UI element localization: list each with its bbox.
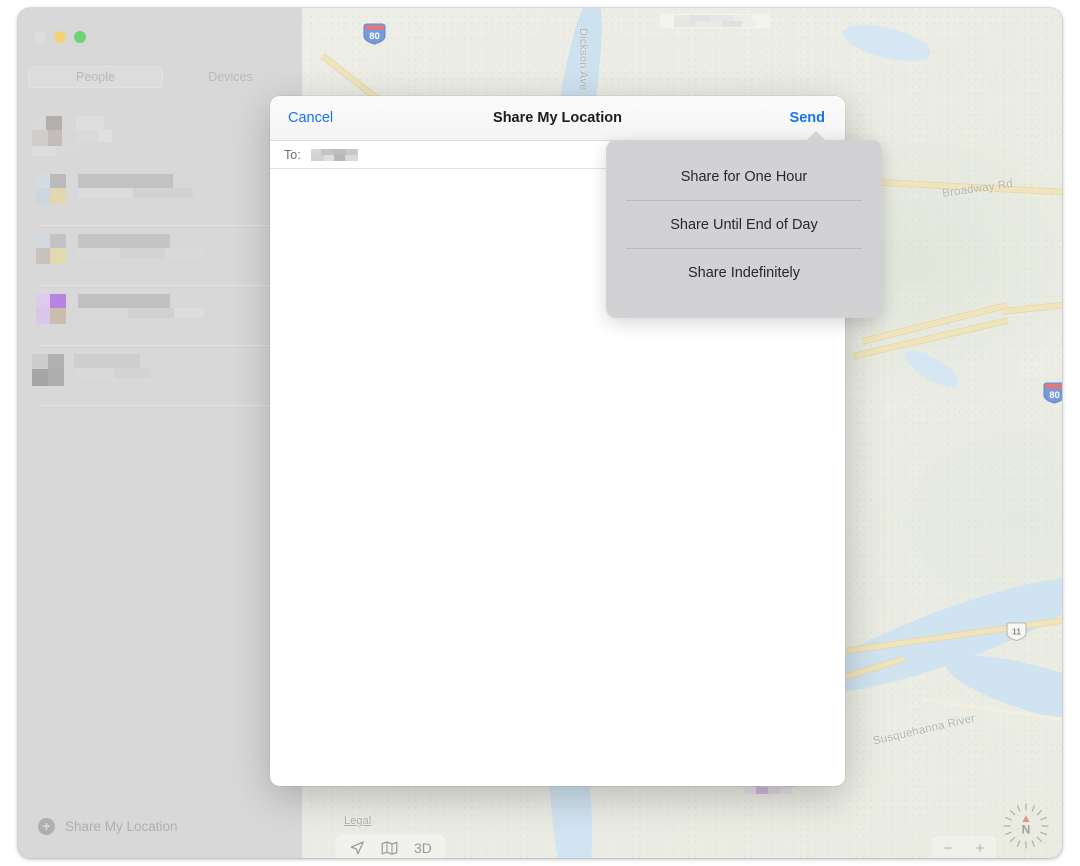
list-item[interactable] [18, 226, 302, 286]
window-traffic-lights [34, 31, 86, 43]
compass-icon[interactable]: N [1000, 800, 1052, 852]
locate-icon[interactable] [349, 840, 365, 856]
sheet-titlebar: Cancel Share My Location Send [270, 96, 845, 141]
share-my-location-label: Share My Location [65, 818, 178, 834]
redacted-contact-row [32, 116, 124, 156]
svg-text:80: 80 [369, 31, 380, 42]
popover-arrow [806, 131, 826, 141]
list-item[interactable] [18, 106, 302, 166]
map-bottom-toolbar: 3D [336, 834, 445, 858]
share-my-location-button[interactable]: + Share My Location [18, 812, 302, 840]
minimize-window-button[interactable] [54, 31, 66, 43]
interstate-80-shield-icon: 80 [362, 22, 387, 46]
sheet-title: Share My Location [493, 110, 622, 126]
popover-menu: Share for One Hour Share Until End of Da… [606, 140, 882, 296]
redacted-contact-row [36, 174, 218, 204]
close-window-button[interactable] [34, 31, 46, 43]
plus-circle-icon: + [38, 817, 55, 835]
map-zoom-control[interactable]: − + [932, 836, 996, 858]
redacted-map-label-top [660, 10, 770, 32]
redacted-contact-row [36, 234, 203, 264]
find-my-window: Dickson Ave Broadway Rd Susquehanna Rive… [18, 8, 1062, 858]
sidebar: People Devices + Share My Location [18, 8, 302, 858]
tab-devices[interactable]: Devices [163, 66, 298, 88]
list-item[interactable] [18, 346, 302, 406]
maximize-window-button[interactable] [74, 31, 86, 43]
share-duration-popover: Share for One Hour Share Until End of Da… [606, 131, 882, 318]
svg-text:N: N [1022, 823, 1031, 837]
tab-people[interactable]: People [28, 66, 163, 88]
list-separator [40, 405, 288, 406]
legal-link[interactable]: Legal [344, 815, 371, 827]
to-label: To: [284, 147, 301, 162]
redacted-recipient-token [308, 148, 364, 161]
svg-text:80: 80 [1049, 390, 1060, 401]
contact-list [18, 106, 302, 406]
menu-item-share-one-hour[interactable]: Share for One Hour [606, 153, 882, 200]
segmented-control[interactable]: People Devices [28, 66, 298, 88]
zoom-in-button[interactable]: + [976, 840, 985, 857]
redacted-contact-row [32, 354, 150, 386]
menu-item-share-indefinitely[interactable]: Share Indefinitely [606, 249, 882, 296]
menu-item-share-until-end-of-day[interactable]: Share Until End of Day [606, 201, 882, 248]
list-item[interactable] [18, 286, 302, 346]
map-label-dickson-ave: Dickson Ave [577, 28, 589, 91]
map-layers-icon[interactable] [381, 840, 398, 856]
zoom-out-button[interactable]: − [944, 840, 953, 857]
us-route-11-shield-icon: 11 [1005, 621, 1028, 642]
redacted-contact-row [36, 294, 204, 324]
three-d-toggle[interactable]: 3D [414, 840, 432, 856]
map-road-dickson-ave [536, 8, 542, 12]
cancel-button[interactable]: Cancel [288, 110, 333, 126]
list-item[interactable] [18, 166, 302, 226]
interstate-80-shield-icon: 80 [1042, 381, 1062, 405]
send-button[interactable]: Send [790, 110, 825, 126]
svg-text:11: 11 [1012, 627, 1021, 637]
screenshot-root: Dickson Ave Broadway Rd Susquehanna Rive… [0, 0, 1080, 866]
